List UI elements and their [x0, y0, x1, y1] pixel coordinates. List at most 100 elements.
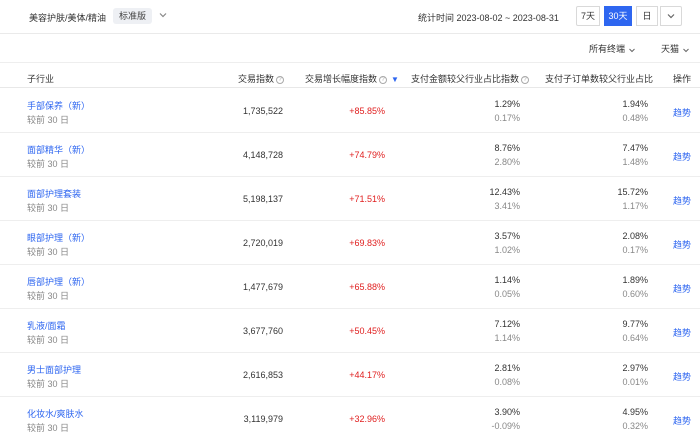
help-icon[interactable]: ? [379, 76, 388, 84]
filter-bar: 所有终端 天猫 [0, 34, 700, 60]
table-header: 子行业 交易指数? 交易增长幅度指数? ▼ 支付金额较父行业占比指数? 支付子订单… [0, 62, 700, 88]
pay-share-prev: 3.41% [494, 201, 520, 211]
range-7d-button[interactable]: 7天 [576, 6, 600, 26]
category-link[interactable]: 面部精华（新） [27, 143, 90, 156]
terminal-select-label: 所有终端 [589, 44, 626, 54]
compare-label: 较前 30 日 [27, 203, 70, 213]
compare-label: 较前 30 日 [27, 379, 70, 389]
header-trade-index[interactable]: 交易指数? [238, 72, 285, 85]
range-30d-button[interactable]: 30天 [604, 6, 632, 26]
header-growth[interactable]: 交易增长幅度指数? ▼ [305, 72, 399, 85]
growth-value: +71.51% [349, 194, 385, 204]
pay-share-prev: 1.14% [494, 333, 520, 343]
trend-link[interactable]: 趋势 [673, 282, 691, 295]
pay-share-value: 8.76% [494, 143, 520, 153]
category-link[interactable]: 眼部护理（新） [27, 231, 90, 244]
top-bar: 美容护肤/美体/精油 标准版 统计时间 2023-08-02 ~ 2023-08… [0, 0, 700, 34]
table-row: 面部护理套装 较前 30 日 5,198,137 +71.51% 12.43% … [0, 177, 700, 221]
category-link[interactable]: 面部护理套装 [27, 187, 81, 200]
header-growth-label: 交易增长幅度指数 [305, 74, 378, 84]
trade-index-value: 3,677,760 [242, 326, 283, 336]
trade-index-value: 4,148,728 [242, 150, 283, 160]
header-pay-share-label: 支付金额较父行业占比指数 [411, 74, 520, 84]
chevron-down-icon [629, 48, 635, 52]
platform-select[interactable]: 天猫 [661, 42, 690, 55]
order-share-prev: 0.48% [622, 113, 648, 123]
order-share-value: 2.08% [622, 231, 648, 241]
pay-share-value: 7.12% [494, 319, 520, 329]
trend-link[interactable]: 趋势 [673, 238, 691, 251]
trade-index-value: 1,735,522 [242, 106, 283, 116]
trend-link[interactable]: 趋势 [673, 370, 691, 383]
order-share-prev: 0.01% [622, 377, 648, 387]
category-link[interactable]: 乳液/面霜 [27, 319, 66, 332]
pay-share-value: 1.14% [494, 275, 520, 285]
pay-share-value: 2.81% [494, 363, 520, 373]
pay-share-prev: 0.17% [494, 113, 520, 123]
trade-index-value: 2,720,019 [242, 238, 283, 248]
trade-index-value: 3,119,979 [243, 414, 283, 424]
order-share-prev: 0.64% [622, 333, 648, 343]
pay-share-prev: 1.02% [494, 245, 520, 255]
header-pay-share[interactable]: 支付金额较父行业占比指数? [411, 72, 530, 85]
order-share-prev: 1.17% [622, 201, 648, 211]
table-row: 手部保养（新） 较前 30 日 1,735,522 +85.85% 1.29% … [0, 89, 700, 133]
header-order-share: 支付子订单数较父行业占比 [545, 74, 654, 84]
table-row: 化妆水/爽肤水 较前 30 日 3,119,979 +32.96% 3.90% … [0, 397, 700, 436]
order-share-value: 9.77% [622, 319, 648, 329]
pay-share-value: 3.57% [494, 231, 520, 241]
date-range-text: 统计时间 2023-08-02 ~ 2023-08-31 [418, 13, 559, 23]
compare-label: 较前 30 日 [27, 423, 70, 433]
order-share-prev: 1.48% [622, 157, 648, 167]
chevron-down-icon [683, 48, 689, 52]
order-share-value: 4.95% [622, 407, 648, 417]
pay-share-value: 3.90% [494, 407, 520, 417]
growth-value: +32.96% [349, 414, 385, 424]
order-share-value: 1.94% [622, 99, 648, 109]
category-link[interactable]: 手部保养（新） [27, 99, 90, 112]
compare-label: 较前 30 日 [27, 291, 70, 301]
help-icon[interactable]: ? [276, 76, 285, 84]
header-category: 子行业 [27, 74, 55, 84]
growth-value: +69.83% [349, 238, 385, 248]
trade-index-value: 2,616,853 [242, 370, 283, 380]
compare-label: 较前 30 日 [27, 159, 70, 169]
compare-label: 较前 30 日 [27, 335, 70, 345]
pay-share-prev: 0.08% [494, 377, 520, 387]
order-share-value: 7.47% [622, 143, 648, 153]
order-share-prev: 0.17% [622, 245, 648, 255]
category-link[interactable]: 男士面部护理 [27, 363, 81, 376]
trend-link[interactable]: 趋势 [673, 326, 691, 339]
trend-link[interactable]: 趋势 [673, 106, 691, 119]
growth-value: +85.85% [349, 106, 385, 116]
trade-index-value: 1,477,679 [242, 282, 283, 292]
range-day-button[interactable]: 日 [636, 6, 658, 26]
trend-link[interactable]: 趋势 [673, 414, 691, 427]
table-row: 眼部护理（新） 较前 30 日 2,720,019 +69.83% 3.57% … [0, 221, 700, 265]
category-link[interactable]: 唇部护理（新） [27, 275, 90, 288]
compare-label: 较前 30 日 [27, 115, 70, 125]
trend-link[interactable]: 趋势 [673, 194, 691, 207]
growth-value: +65.88% [349, 282, 385, 292]
table-row: 面部精华（新） 较前 30 日 4,148,728 +74.79% 8.76% … [0, 133, 700, 177]
version-badge: 标准版 [113, 8, 153, 24]
growth-value: +50.45% [349, 326, 385, 336]
order-share-prev: 0.32% [622, 421, 648, 431]
trend-link[interactable]: 趋势 [673, 150, 691, 163]
table-row: 男士面部护理 较前 30 日 2,616,853 +44.17% 2.81% 0… [0, 353, 700, 397]
table-row: 乳液/面霜 较前 30 日 3,677,760 +50.45% 7.12% 1.… [0, 309, 700, 353]
category-breadcrumb[interactable]: 美容护肤/美体/精油 [29, 11, 106, 24]
sort-desc-icon[interactable]: ▼ [391, 75, 399, 84]
order-share-prev: 0.60% [622, 289, 648, 299]
order-share-value: 1.89% [622, 275, 648, 285]
chevron-down-icon[interactable] [157, 9, 169, 21]
chevron-down-icon [667, 14, 675, 19]
range-more-button[interactable] [660, 6, 682, 26]
category-link[interactable]: 化妆水/爽肤水 [27, 407, 84, 420]
help-icon[interactable]: ? [521, 76, 530, 84]
trade-index-value: 5,198,137 [242, 194, 283, 204]
header-trade-index-label: 交易指数 [238, 74, 275, 84]
pay-share-value: 12.43% [489, 187, 520, 197]
pay-share-value: 1.29% [494, 99, 520, 109]
terminal-select[interactable]: 所有终端 [589, 42, 636, 55]
